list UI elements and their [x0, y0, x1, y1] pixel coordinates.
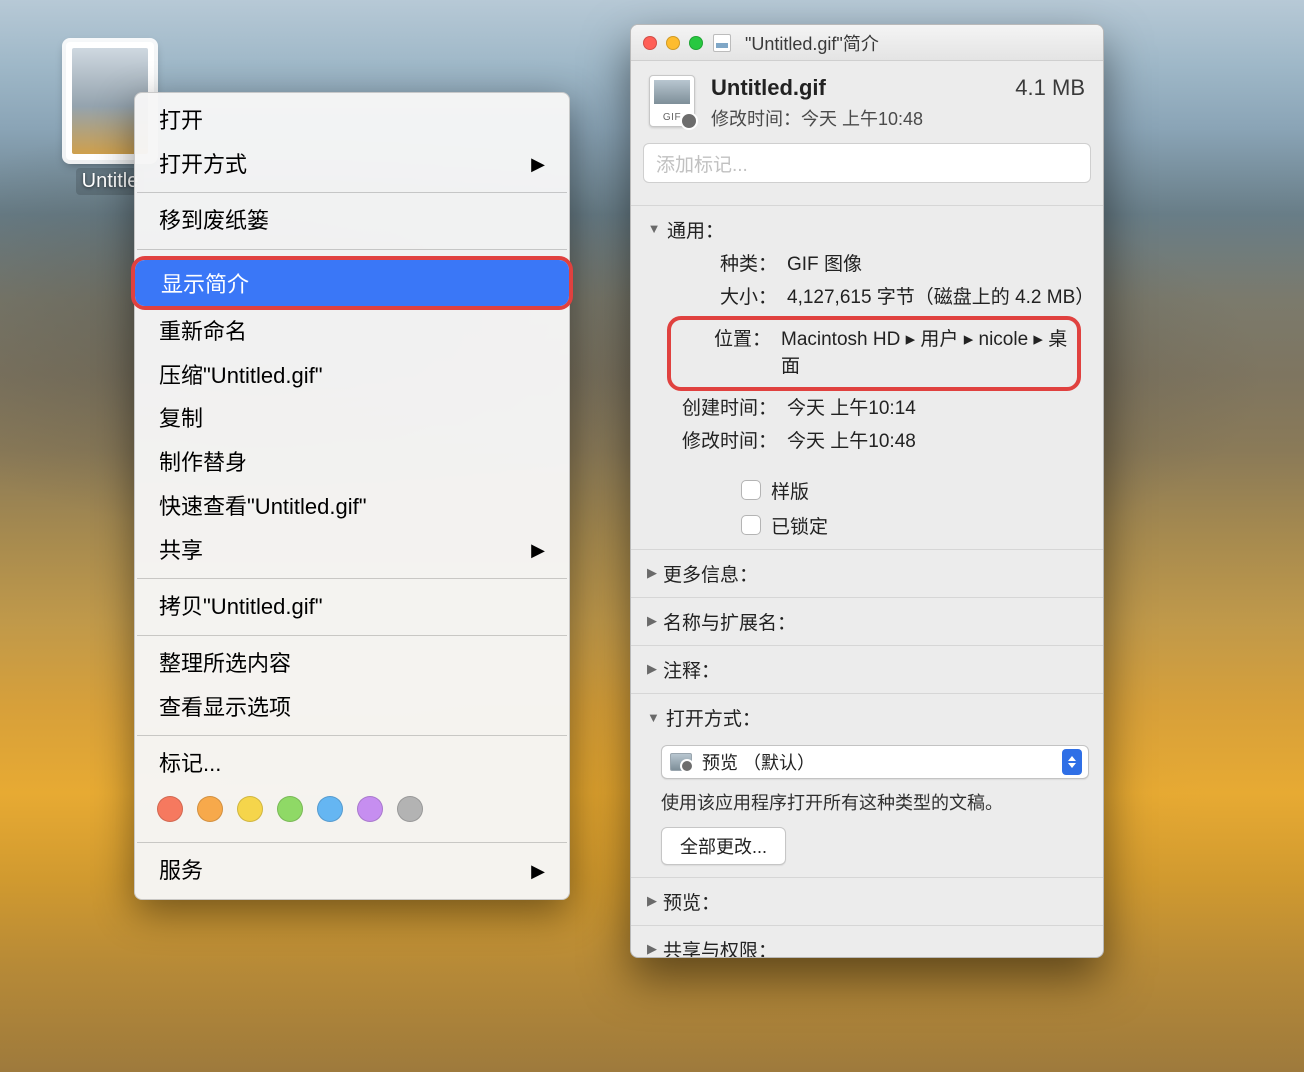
chevron-right-icon: ▶: [531, 859, 545, 883]
tag-gray[interactable]: [397, 796, 423, 822]
get-info-window: "Untitled.gif"简介 Untitled.gif 修改时间：今天 上午…: [630, 24, 1104, 958]
open-with-block: 预览 （默认） 使用该应用程序打开所有这种类型的文稿。 全部更改...: [631, 741, 1103, 877]
window-minimize-button[interactable]: [666, 36, 680, 50]
context-menu: 打开 打开方式▶ 移到废纸篓 显示简介 重新命名 压缩"Untitled.gif…: [134, 92, 570, 900]
section-name-ext-header[interactable]: ▶ 名称与扩展名：: [631, 597, 1103, 645]
menu-separator: [137, 635, 567, 636]
menu-separator: [137, 249, 567, 250]
section-open-with-header[interactable]: ▼ 打开方式：: [631, 693, 1103, 741]
tags-input[interactable]: 添加标记...: [643, 143, 1091, 183]
tag-yellow[interactable]: [237, 796, 263, 822]
open-with-app-select[interactable]: 预览 （默认）: [661, 745, 1089, 779]
window-title: "Untitled.gif"简介: [745, 30, 879, 56]
magnifier-icon: [680, 112, 698, 130]
disclosure-triangle-icon: ▼: [647, 221, 661, 236]
disclosure-triangle-icon: ▼: [647, 710, 660, 725]
tag-red[interactable]: [157, 796, 183, 822]
menu-separator: [137, 192, 567, 193]
menu-quick-look[interactable]: 快速查看"Untitled.gif": [135, 485, 569, 529]
info-file-name: Untitled.gif: [711, 75, 999, 101]
info-modified-line: 修改时间：今天 上午10:48: [711, 105, 999, 131]
disclosure-triangle-icon: ▶: [647, 661, 657, 677]
stationery-checkbox[interactable]: [741, 480, 761, 500]
info-header: Untitled.gif 修改时间：今天 上午10:48 4.1 MB: [631, 61, 1103, 143]
disclosure-triangle-icon: ▶: [647, 613, 657, 629]
tags-placeholder: 添加标记...: [656, 150, 748, 177]
tag-color-row: [135, 786, 569, 836]
menu-separator: [137, 842, 567, 843]
menu-share[interactable]: 共享▶: [135, 529, 569, 573]
row-stationery: 样版: [647, 473, 1087, 508]
file-preview-icon: [649, 75, 695, 127]
window-titlebar[interactable]: "Untitled.gif"简介: [631, 25, 1103, 61]
change-all-button[interactable]: 全部更改...: [661, 827, 786, 865]
menu-open[interactable]: 打开: [135, 99, 569, 143]
menu-copy[interactable]: 拷贝"Untitled.gif": [135, 585, 569, 629]
menu-clean-up[interactable]: 整理所选内容: [135, 642, 569, 686]
section-more-info-header[interactable]: ▶ 更多信息：: [631, 549, 1103, 597]
menu-make-alias[interactable]: 制作替身: [135, 441, 569, 485]
disclosure-triangle-icon: ▶: [647, 941, 657, 957]
info-file-size: 4.1 MB: [1015, 75, 1085, 101]
annotation-highlight: 位置： Macintosh HD ▸ 用户 ▸ nicole ▸ 桌面: [667, 316, 1081, 391]
preview-app-icon: [670, 753, 692, 771]
locked-checkbox[interactable]: [741, 515, 761, 535]
tag-orange[interactable]: [197, 796, 223, 822]
tag-green[interactable]: [277, 796, 303, 822]
disclosure-triangle-icon: ▶: [647, 893, 657, 909]
menu-duplicate[interactable]: 复制: [135, 397, 569, 441]
tag-purple[interactable]: [357, 796, 383, 822]
section-comments-header[interactable]: ▶ 注释：: [631, 645, 1103, 693]
window-zoom-button[interactable]: [689, 36, 703, 50]
menu-move-to-trash[interactable]: 移到废纸篓: [135, 199, 569, 243]
section-general: ▼ 通用： 种类： GIF 图像 大小： 4,127,615 字节（磁盘上的 4…: [631, 195, 1103, 549]
annotation-highlight: 显示简介: [131, 256, 573, 310]
section-general-header[interactable]: ▼ 通用：: [647, 210, 1087, 249]
row-created: 创建时间： 今天 上午10:14: [647, 393, 1087, 426]
disclosure-triangle-icon: ▶: [647, 565, 657, 581]
menu-separator: [137, 578, 567, 579]
menu-separator: [137, 735, 567, 736]
menu-tags[interactable]: 标记...: [135, 742, 569, 786]
chevron-right-icon: ▶: [531, 538, 545, 562]
traffic-lights: [643, 36, 703, 50]
chevron-right-icon: ▶: [531, 152, 545, 176]
row-size: 大小： 4,127,615 字节（磁盘上的 4.2 MB）: [647, 282, 1087, 315]
section-sharing-header[interactable]: ▶ 共享与权限：: [631, 925, 1103, 958]
row-modified: 修改时间： 今天 上午10:48: [647, 426, 1087, 459]
row-kind: 种类： GIF 图像: [647, 249, 1087, 282]
tag-blue[interactable]: [317, 796, 343, 822]
row-locked: 已锁定: [647, 508, 1087, 543]
row-where: 位置： Macintosh HD ▸ 用户 ▸ nicole ▸ 桌面: [671, 324, 1071, 383]
open-with-hint: 使用该应用程序打开所有这种类型的文稿。: [661, 789, 1089, 815]
select-stepper-icon: [1062, 749, 1082, 775]
file-icon: [713, 34, 731, 52]
menu-rename[interactable]: 重新命名: [135, 310, 569, 354]
menu-get-info[interactable]: 显示简介: [135, 260, 569, 306]
menu-services[interactable]: 服务▶: [135, 849, 569, 893]
menu-compress[interactable]: 压缩"Untitled.gif": [135, 354, 569, 398]
menu-open-with[interactable]: 打开方式▶: [135, 143, 569, 187]
menu-view-options[interactable]: 查看显示选项: [135, 686, 569, 730]
window-close-button[interactable]: [643, 36, 657, 50]
section-preview-header[interactable]: ▶ 预览：: [631, 877, 1103, 925]
